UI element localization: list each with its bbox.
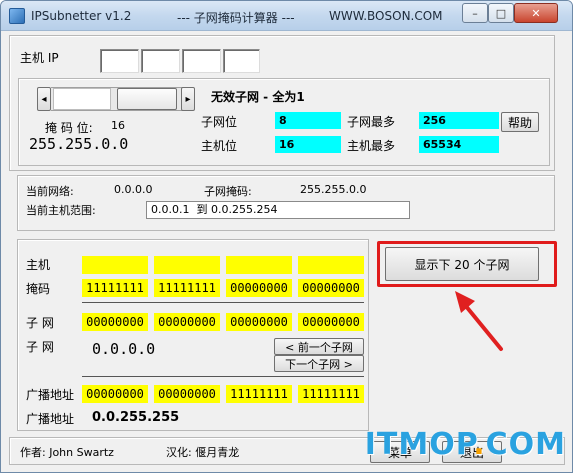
author-label: 作者: John Swartz xyxy=(20,446,114,459)
mask-octet-1: 11111111 xyxy=(82,279,148,297)
subnet-row-label-2: 子 网 xyxy=(26,340,54,354)
mask-left-arrow-icon[interactable]: ◂ xyxy=(37,87,51,111)
host-ip-label: 主机 IP xyxy=(20,51,59,65)
host-bits-value: 16 xyxy=(275,136,341,153)
ip-octet-2-input[interactable] xyxy=(141,49,180,73)
mask-octet-3: 00000000 xyxy=(226,279,292,297)
network-info-group: 当前网络: 0.0.0.0 子网掩码: 255.255.0.0 当前主机范围: … xyxy=(17,175,555,231)
next-subnet-button[interactable]: 下一个子网 > xyxy=(274,355,364,372)
host-octet-3 xyxy=(226,256,292,274)
subnet-octet-2: 00000000 xyxy=(154,313,220,331)
broadcast-value: 0.0.255.255 xyxy=(92,410,180,425)
mask-octet-2: 11111111 xyxy=(154,279,220,297)
ip-group: 主机 IP ◂ ▸ 无效子网 - 全为1 掩 码 位: 16 255.255.0… xyxy=(9,35,555,171)
subnet-mask-value: 255.255.0.0 xyxy=(300,183,367,196)
red-arrow-icon xyxy=(455,291,503,351)
current-network-label: 当前网络: xyxy=(26,185,74,198)
maximize-button[interactable]: □ xyxy=(488,3,514,23)
subnet-row-label: 子 网 xyxy=(26,316,54,330)
invalid-subnet-label: 无效子网 - 全为1 xyxy=(211,90,305,104)
ip-octet-1-input[interactable] xyxy=(100,49,139,73)
binary-group: 主机 掩码 11111111 11111111 00000000 0000000… xyxy=(17,239,369,431)
max-hosts-value: 65534 xyxy=(419,136,499,153)
separator xyxy=(82,302,364,303)
broadcast-octet-4: 11111111 xyxy=(298,385,364,403)
app-icon xyxy=(9,8,25,24)
mask-value: 255.255.0.0 xyxy=(29,135,129,153)
app-window: IPSubnetter v1.2 --- 子网掩码计算器 --- WWW.BOS… xyxy=(0,0,573,473)
broadcast-octet-3: 11111111 xyxy=(226,385,292,403)
subnet-bits-label: 子网位 xyxy=(201,115,238,129)
watermark-part1: ITMOP xyxy=(364,427,474,462)
subnet-octet-3: 00000000 xyxy=(226,313,292,331)
host-octet-4 xyxy=(298,256,364,274)
ip-octet-4-input[interactable] xyxy=(223,49,260,73)
host-row-label: 主机 xyxy=(26,258,51,272)
mask-row-label: 掩码 xyxy=(26,282,51,296)
mask-panel: ◂ ▸ 无效子网 - 全为1 掩 码 位: 16 255.255.0.0 子网位… xyxy=(18,78,550,166)
subnet-octet-1: 00000000 xyxy=(82,313,148,331)
subnet-octet-4: 00000000 xyxy=(298,313,364,331)
max-subnets-value: 256 xyxy=(419,112,499,129)
site-label: WWW.BOSON.COM xyxy=(329,9,443,23)
client-area: 主机 IP ◂ ▸ 无效子网 - 全为1 掩 码 位: 16 255.255.0… xyxy=(9,35,565,465)
host-range-label: 当前主机范围: xyxy=(26,204,96,217)
site-watermark: ITMOP.COM xyxy=(365,427,566,462)
close-button[interactable]: ✕ xyxy=(514,3,558,23)
subnet-mask-label: 子网掩码: xyxy=(204,185,252,198)
watermark-part2: COM xyxy=(485,427,566,462)
host-octet-2 xyxy=(154,256,220,274)
mask-octet-4: 00000000 xyxy=(298,279,364,297)
title-bar[interactable]: IPSubnetter v1.2 --- 子网掩码计算器 --- WWW.BOS… xyxy=(1,1,572,31)
mask-bits-label: 掩 码 位: xyxy=(45,121,93,135)
current-network-value: 0.0.0.0 xyxy=(114,183,153,196)
host-range-field[interactable]: 0.0.0.1 到 0.0.255.254 xyxy=(146,201,410,219)
watermark-dot: . xyxy=(473,427,486,462)
broadcast-octet-1: 00000000 xyxy=(82,385,148,403)
mask-slider-thumb[interactable] xyxy=(117,88,177,110)
minimize-button[interactable]: – xyxy=(462,3,488,23)
host-bits-label: 主机位 xyxy=(201,139,238,153)
prev-subnet-button[interactable]: < 前一个子网 xyxy=(274,338,364,355)
mask-bits-value: 16 xyxy=(111,119,125,132)
host-octet-1 xyxy=(82,256,148,274)
help-button[interactable]: 帮助 xyxy=(501,112,539,132)
broadcast-octet-2: 00000000 xyxy=(154,385,220,403)
broadcast-row-label-2: 广播地址 xyxy=(26,412,75,426)
mask-scrollbar-segment xyxy=(53,88,111,110)
max-subnets-label: 子网最多 xyxy=(347,115,396,129)
app-subtitle: --- 子网掩码计算器 --- xyxy=(177,11,295,25)
show-next-20-subnets-button[interactable]: 显示下 20 个子网 xyxy=(385,247,539,281)
broadcast-row-label: 广播地址 xyxy=(26,388,75,402)
app-title: IPSubnetter v1.2 xyxy=(31,9,132,23)
subnet-value: 0.0.0.0 xyxy=(92,340,156,358)
max-hosts-label: 主机最多 xyxy=(347,139,396,153)
localized-label: 汉化: 偃月青龙 xyxy=(166,446,240,459)
separator xyxy=(82,376,364,377)
ip-octet-3-input[interactable] xyxy=(182,49,221,73)
subnet-bits-value: 8 xyxy=(275,112,341,129)
mask-right-arrow-icon[interactable]: ▸ xyxy=(181,87,195,111)
